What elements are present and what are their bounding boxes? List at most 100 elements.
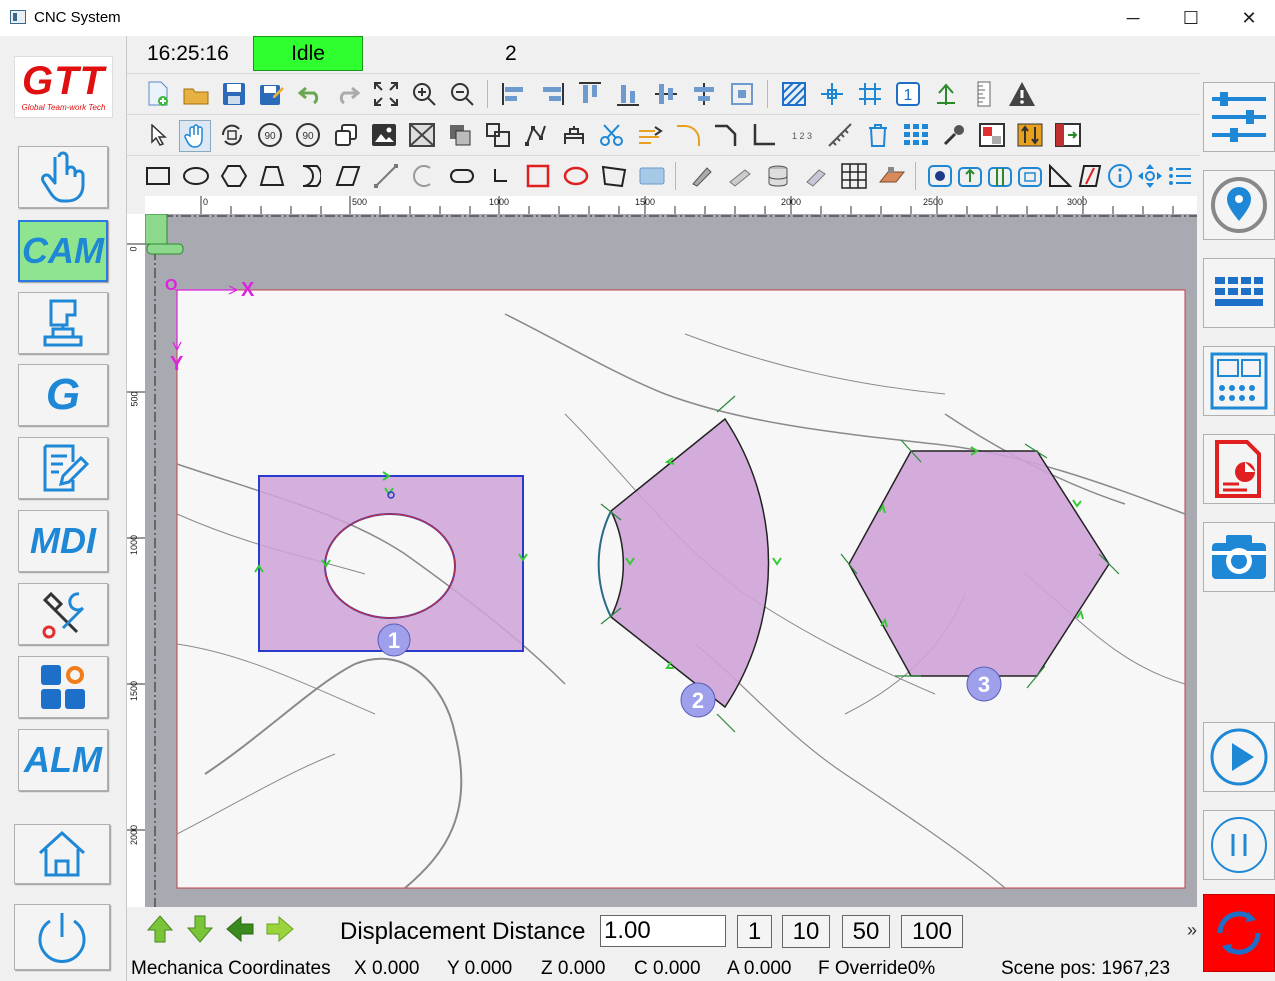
extend-icon[interactable] (635, 120, 665, 150)
warning-icon[interactable] (1007, 79, 1037, 109)
image-icon[interactable] (369, 120, 399, 150)
machine-bed-icon[interactable] (877, 161, 907, 191)
pan-hand-icon[interactable] (179, 120, 211, 152)
center-mark-icon[interactable] (817, 79, 847, 109)
rotate-90-cw-icon[interactable]: 90 (255, 120, 285, 150)
keypad-button[interactable] (1203, 258, 1275, 328)
polygon-tool-icon[interactable] (599, 161, 629, 191)
rounded-rect-tool-icon[interactable] (447, 161, 477, 191)
center-move-icon[interactable] (1135, 161, 1165, 191)
arrange-icon[interactable] (1015, 120, 1045, 150)
maximize-button[interactable]: ☐ (1168, 4, 1214, 32)
home-button[interactable] (14, 824, 110, 884)
copy-icon[interactable] (331, 120, 361, 150)
edit-button[interactable] (18, 437, 108, 499)
parallelogram-tool-icon[interactable] (333, 161, 363, 191)
cut-scissors-icon[interactable] (597, 120, 627, 150)
split-path-icon[interactable] (985, 161, 1015, 191)
jog-right-arrow-icon[interactable] (265, 914, 295, 944)
sequence-icon[interactable]: 1 (893, 79, 923, 109)
frame-path-icon[interactable] (1015, 161, 1045, 191)
machine-button[interactable] (18, 292, 108, 354)
tool-path-icon[interactable] (925, 161, 955, 191)
zoom-in-icon[interactable] (409, 79, 439, 109)
save-as-icon[interactable] (257, 79, 287, 109)
zoom-out-icon[interactable] (447, 79, 477, 109)
fillet-arc-icon[interactable] (673, 120, 703, 150)
drawing-canvas[interactable]: O X Y 1 2 3 (145, 214, 1197, 907)
ellipse-tool-icon[interactable] (181, 161, 211, 191)
report-button[interactable] (1203, 434, 1275, 504)
camera-button[interactable] (1203, 522, 1275, 592)
jog-left-arrow-icon[interactable] (225, 914, 255, 944)
export-icon[interactable] (1053, 120, 1083, 150)
close-button[interactable]: ✕ (1226, 4, 1272, 32)
displacement-input[interactable]: 1.00 (600, 915, 726, 947)
delete-trash-icon[interactable] (863, 120, 893, 150)
mdi-button[interactable]: MDI (18, 510, 108, 572)
gcode-button[interactable]: G (18, 364, 108, 426)
step-100-button[interactable]: 100 (901, 915, 963, 948)
step-10-button[interactable]: 10 (782, 915, 830, 948)
image-mask-icon[interactable] (407, 120, 437, 150)
cycle-reset-button[interactable] (1203, 894, 1275, 972)
sector-tool-icon[interactable] (295, 161, 325, 191)
location-button[interactable] (1203, 170, 1275, 240)
chisel-tool-icon[interactable] (801, 161, 831, 191)
lead-in-icon[interactable] (931, 79, 961, 109)
trapezoid-tool-icon[interactable] (257, 161, 287, 191)
align-center-v-icon[interactable] (651, 79, 681, 109)
settings-sliders-button[interactable] (1203, 82, 1275, 152)
rectangle-tool-icon[interactable] (143, 161, 173, 191)
table-grid-icon[interactable] (839, 161, 869, 191)
apps-button[interactable] (18, 656, 108, 718)
pause-button[interactable] (1203, 810, 1275, 880)
fit-screen-icon[interactable] (371, 79, 401, 109)
alarm-button[interactable]: ALM (18, 729, 108, 791)
node-edit-icon[interactable] (521, 120, 551, 150)
align-center-h-icon[interactable] (689, 79, 719, 109)
red-rectangle-tool-icon[interactable] (523, 161, 553, 191)
align-top-icon[interactable] (575, 79, 605, 109)
rotate-90-ccw-icon[interactable]: 90 (293, 120, 323, 150)
rotate-icon[interactable] (217, 120, 247, 150)
align-bottom-icon[interactable] (613, 79, 643, 109)
nesting-icon[interactable] (977, 120, 1007, 150)
corner-icon[interactable] (749, 120, 779, 150)
align-right-icon[interactable] (537, 79, 567, 109)
start-play-button[interactable] (1203, 722, 1275, 792)
slab-tool-icon[interactable] (637, 161, 667, 191)
skew-path-icon[interactable] (1075, 161, 1105, 191)
hatch-icon[interactable] (779, 79, 809, 109)
layer-icon[interactable] (445, 120, 475, 150)
bridge-icon[interactable] (559, 120, 589, 150)
step-1-button[interactable]: 1 (737, 915, 772, 948)
new-file-icon[interactable] (143, 79, 173, 109)
probe-icon[interactable] (939, 120, 969, 150)
red-ellipse-tool-icon[interactable] (561, 161, 591, 191)
numbering-icon[interactable]: 1 2 3 (787, 120, 817, 150)
cam-button[interactable]: CAM (18, 220, 108, 282)
touch-button[interactable] (18, 146, 108, 208)
align-left-icon[interactable] (499, 79, 529, 109)
jog-up-arrow-icon[interactable] (145, 914, 175, 944)
save-icon[interactable] (219, 79, 249, 109)
arc-tool-icon[interactable] (409, 161, 439, 191)
line-tool-icon[interactable] (371, 161, 401, 191)
lead-path-icon[interactable] (955, 161, 985, 191)
stack-tool-icon[interactable] (763, 161, 793, 191)
jog-down-arrow-icon[interactable] (185, 914, 215, 944)
machine-panel-button[interactable] (1203, 346, 1275, 416)
redo-icon[interactable] (333, 79, 363, 109)
polish-tool-icon[interactable] (725, 161, 755, 191)
minimize-button[interactable]: ─ (1110, 4, 1156, 32)
select-arrow-icon[interactable] (143, 120, 173, 150)
tools-button[interactable] (18, 583, 108, 645)
power-button[interactable] (14, 904, 110, 970)
step-50-button[interactable]: 50 (842, 915, 890, 948)
measure-icon[interactable] (825, 120, 855, 150)
array-grid-icon[interactable] (901, 120, 931, 150)
open-folder-icon[interactable] (181, 79, 211, 109)
triangle-path-icon[interactable] (1045, 161, 1075, 191)
hexagon-tool-icon[interactable] (219, 161, 249, 191)
